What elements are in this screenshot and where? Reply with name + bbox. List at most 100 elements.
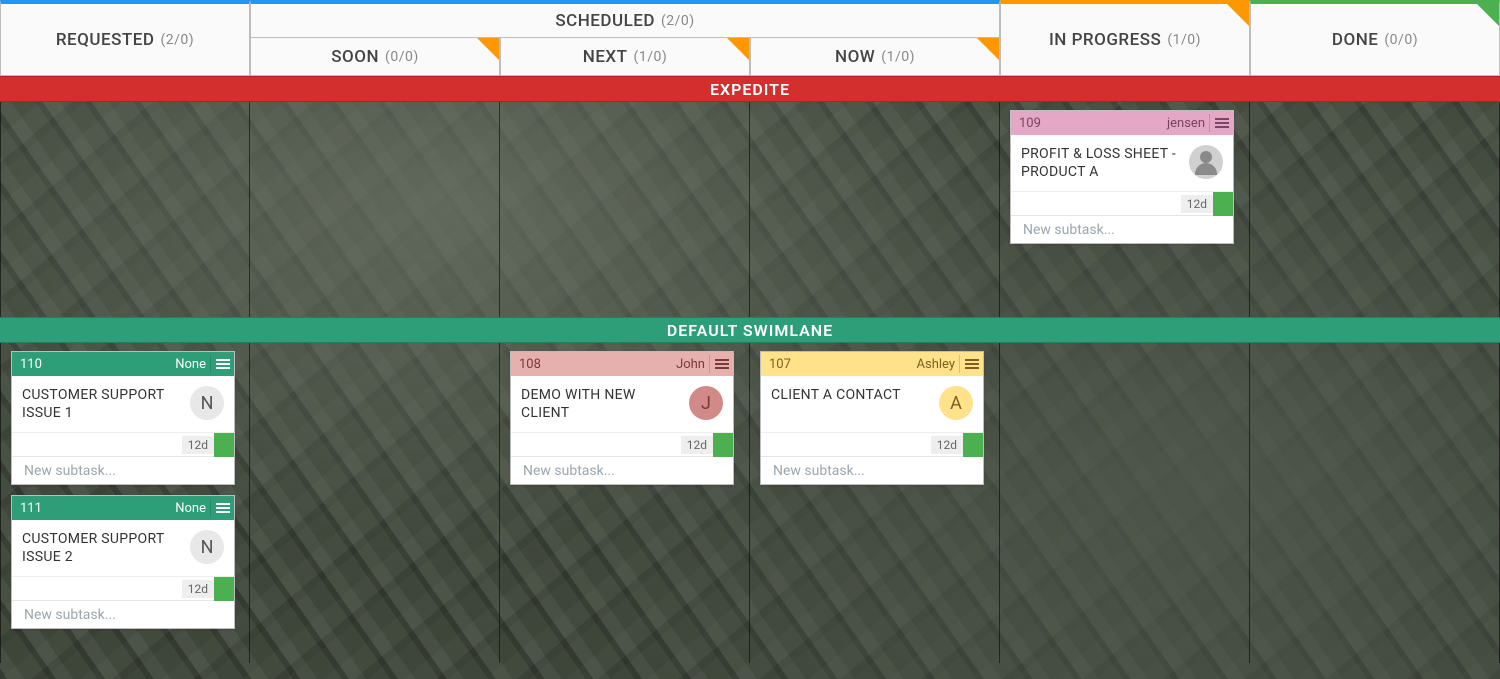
- avatar: N: [190, 530, 224, 564]
- card-title: DEMO WITH NEW CLIENT: [521, 386, 681, 422]
- card-menu-icon[interactable]: [210, 499, 230, 517]
- column-header-in-progress[interactable]: IN PROGRESS (1/0): [1000, 0, 1250, 76]
- card-owner: None: [175, 501, 210, 516]
- column-label: REQUESTED: [56, 30, 155, 50]
- column-label: SCHEDULED: [555, 11, 655, 31]
- cell-expedite-done[interactable]: [1250, 102, 1500, 317]
- limit-indicator-icon: [1227, 4, 1249, 26]
- swimlane-header-default[interactable]: DEFAULT SWIMLANE: [0, 317, 1500, 343]
- card-109[interactable]: 109 jensen PROFIT & LOSS SHEET - PRODUCT…: [1010, 110, 1234, 244]
- cell-expedite-in-progress[interactable]: 109 jensen PROFIT & LOSS SHEET - PRODUCT…: [1000, 102, 1250, 317]
- column-count: (0/0): [385, 49, 419, 65]
- card-menu-icon[interactable]: [1209, 114, 1229, 132]
- cell-expedite-requested[interactable]: [0, 102, 250, 317]
- card-header: 111 None: [12, 496, 234, 520]
- swimlane-body-expedite: 109 jensen PROFIT & LOSS SHEET - PRODUCT…: [0, 102, 1500, 317]
- card-meta: 12d: [761, 432, 983, 456]
- card-subtask-row: [761, 456, 983, 484]
- new-subtask-input[interactable]: [22, 462, 224, 480]
- swimlane-label: EXPEDITE: [710, 80, 790, 99]
- new-subtask-input[interactable]: [22, 606, 224, 624]
- cell-default-next[interactable]: 108 John DEMO WITH NEW CLIENT J 12d: [500, 343, 750, 663]
- card-status-pill: [214, 433, 234, 457]
- column-header-done[interactable]: DONE (0/0): [1250, 0, 1500, 76]
- card-menu-icon[interactable]: [709, 355, 729, 373]
- card-status-pill: [1213, 192, 1233, 216]
- column-header-soon[interactable]: SOON (0/0): [250, 38, 500, 76]
- card-owner: Ashley: [917, 357, 959, 372]
- card-age: 12d: [182, 436, 214, 454]
- column-header-now[interactable]: NOW (1/0): [750, 38, 1000, 76]
- card-id: 110: [20, 357, 42, 372]
- card-id: 108: [519, 357, 541, 372]
- card-menu-icon[interactable]: [959, 355, 979, 373]
- card-id: 107: [769, 357, 791, 372]
- card-meta: 12d: [511, 432, 733, 456]
- swimlane-body-default: 110 None CUSTOMER SUPPORT ISSUE 1 N 12d: [0, 343, 1500, 663]
- column-header-requested[interactable]: REQUESTED (2/0): [0, 0, 250, 76]
- cell-default-done[interactable]: [1250, 343, 1500, 663]
- column-header-scheduled[interactable]: SCHEDULED (2/0): [250, 0, 1000, 38]
- card-subtask-row: [1011, 215, 1233, 243]
- cell-expedite-now[interactable]: [750, 102, 1000, 317]
- card-subtask-row: [12, 456, 234, 484]
- card-id: 109: [1019, 116, 1041, 131]
- avatar: N: [190, 386, 224, 420]
- avatar-icon: [1189, 145, 1223, 179]
- column-label: NEXT: [583, 47, 628, 67]
- column-count: (2/0): [661, 13, 695, 29]
- cell-default-in-progress[interactable]: [1000, 343, 1250, 663]
- new-subtask-input[interactable]: [521, 462, 723, 480]
- card-title: CUSTOMER SUPPORT ISSUE 1: [22, 386, 182, 422]
- card-108[interactable]: 108 John DEMO WITH NEW CLIENT J 12d: [510, 351, 734, 485]
- column-count: (2/0): [160, 32, 194, 48]
- cell-expedite-soon[interactable]: [250, 102, 500, 317]
- card-meta: 12d: [1011, 191, 1233, 215]
- column-label: SOON: [331, 47, 379, 67]
- swimlane-header-expedite[interactable]: EXPEDITE: [0, 76, 1500, 102]
- card-title: CLIENT A CONTACT: [771, 386, 931, 404]
- column-count: (1/0): [634, 49, 668, 65]
- card-age: 12d: [182, 580, 214, 598]
- column-label: DONE: [1332, 30, 1378, 50]
- avatar: J: [689, 386, 723, 420]
- card-header: 108 John: [511, 352, 733, 376]
- cell-default-now[interactable]: 107 Ashley CLIENT A CONTACT A 12d: [750, 343, 1000, 663]
- cell-expedite-next[interactable]: [500, 102, 750, 317]
- card-header: 110 None: [12, 352, 234, 376]
- card-status-pill: [214, 577, 234, 601]
- card-age: 12d: [1181, 195, 1213, 213]
- column-label: IN PROGRESS: [1049, 30, 1161, 50]
- card-title: PROFIT & LOSS SHEET - PRODUCT A: [1021, 145, 1181, 181]
- column-headers: REQUESTED (2/0) SCHEDULED (2/0) SOON (0/…: [0, 0, 1500, 76]
- card-title: CUSTOMER SUPPORT ISSUE 2: [22, 530, 182, 566]
- kanban-board: REQUESTED (2/0) SCHEDULED (2/0) SOON (0/…: [0, 0, 1500, 679]
- card-owner: John: [676, 357, 709, 372]
- new-subtask-input[interactable]: [771, 462, 973, 480]
- card-id: 111: [20, 501, 42, 516]
- cell-default-soon[interactable]: [250, 343, 500, 663]
- limit-indicator-icon: [1477, 4, 1499, 26]
- limit-indicator-icon: [477, 38, 499, 60]
- card-owner: jensen: [1167, 116, 1209, 131]
- card-status-pill: [713, 433, 733, 457]
- swimlane-label: DEFAULT SWIMLANE: [667, 321, 833, 340]
- card-110[interactable]: 110 None CUSTOMER SUPPORT ISSUE 1 N 12d: [11, 351, 235, 485]
- card-header: 109 jensen: [1011, 111, 1233, 135]
- card-subtask-row: [511, 456, 733, 484]
- card-107[interactable]: 107 Ashley CLIENT A CONTACT A 12d: [760, 351, 984, 485]
- cell-default-requested[interactable]: 110 None CUSTOMER SUPPORT ISSUE 1 N 12d: [0, 343, 250, 663]
- card-menu-icon[interactable]: [210, 355, 230, 373]
- card-header: 107 Ashley: [761, 352, 983, 376]
- column-label: NOW: [835, 47, 875, 67]
- card-status-pill: [963, 433, 983, 457]
- column-header-next[interactable]: NEXT (1/0): [500, 38, 750, 76]
- card-meta: 12d: [12, 576, 234, 600]
- column-header-scheduled-group: SCHEDULED (2/0) SOON (0/0) NEXT (1/0): [250, 0, 1000, 76]
- card-owner: None: [175, 357, 210, 372]
- new-subtask-input[interactable]: [1021, 221, 1223, 239]
- card-age: 12d: [681, 436, 713, 454]
- card-111[interactable]: 111 None CUSTOMER SUPPORT ISSUE 2 N 12d: [11, 495, 235, 629]
- card-subtask-row: [12, 600, 234, 628]
- avatar: A: [939, 386, 973, 420]
